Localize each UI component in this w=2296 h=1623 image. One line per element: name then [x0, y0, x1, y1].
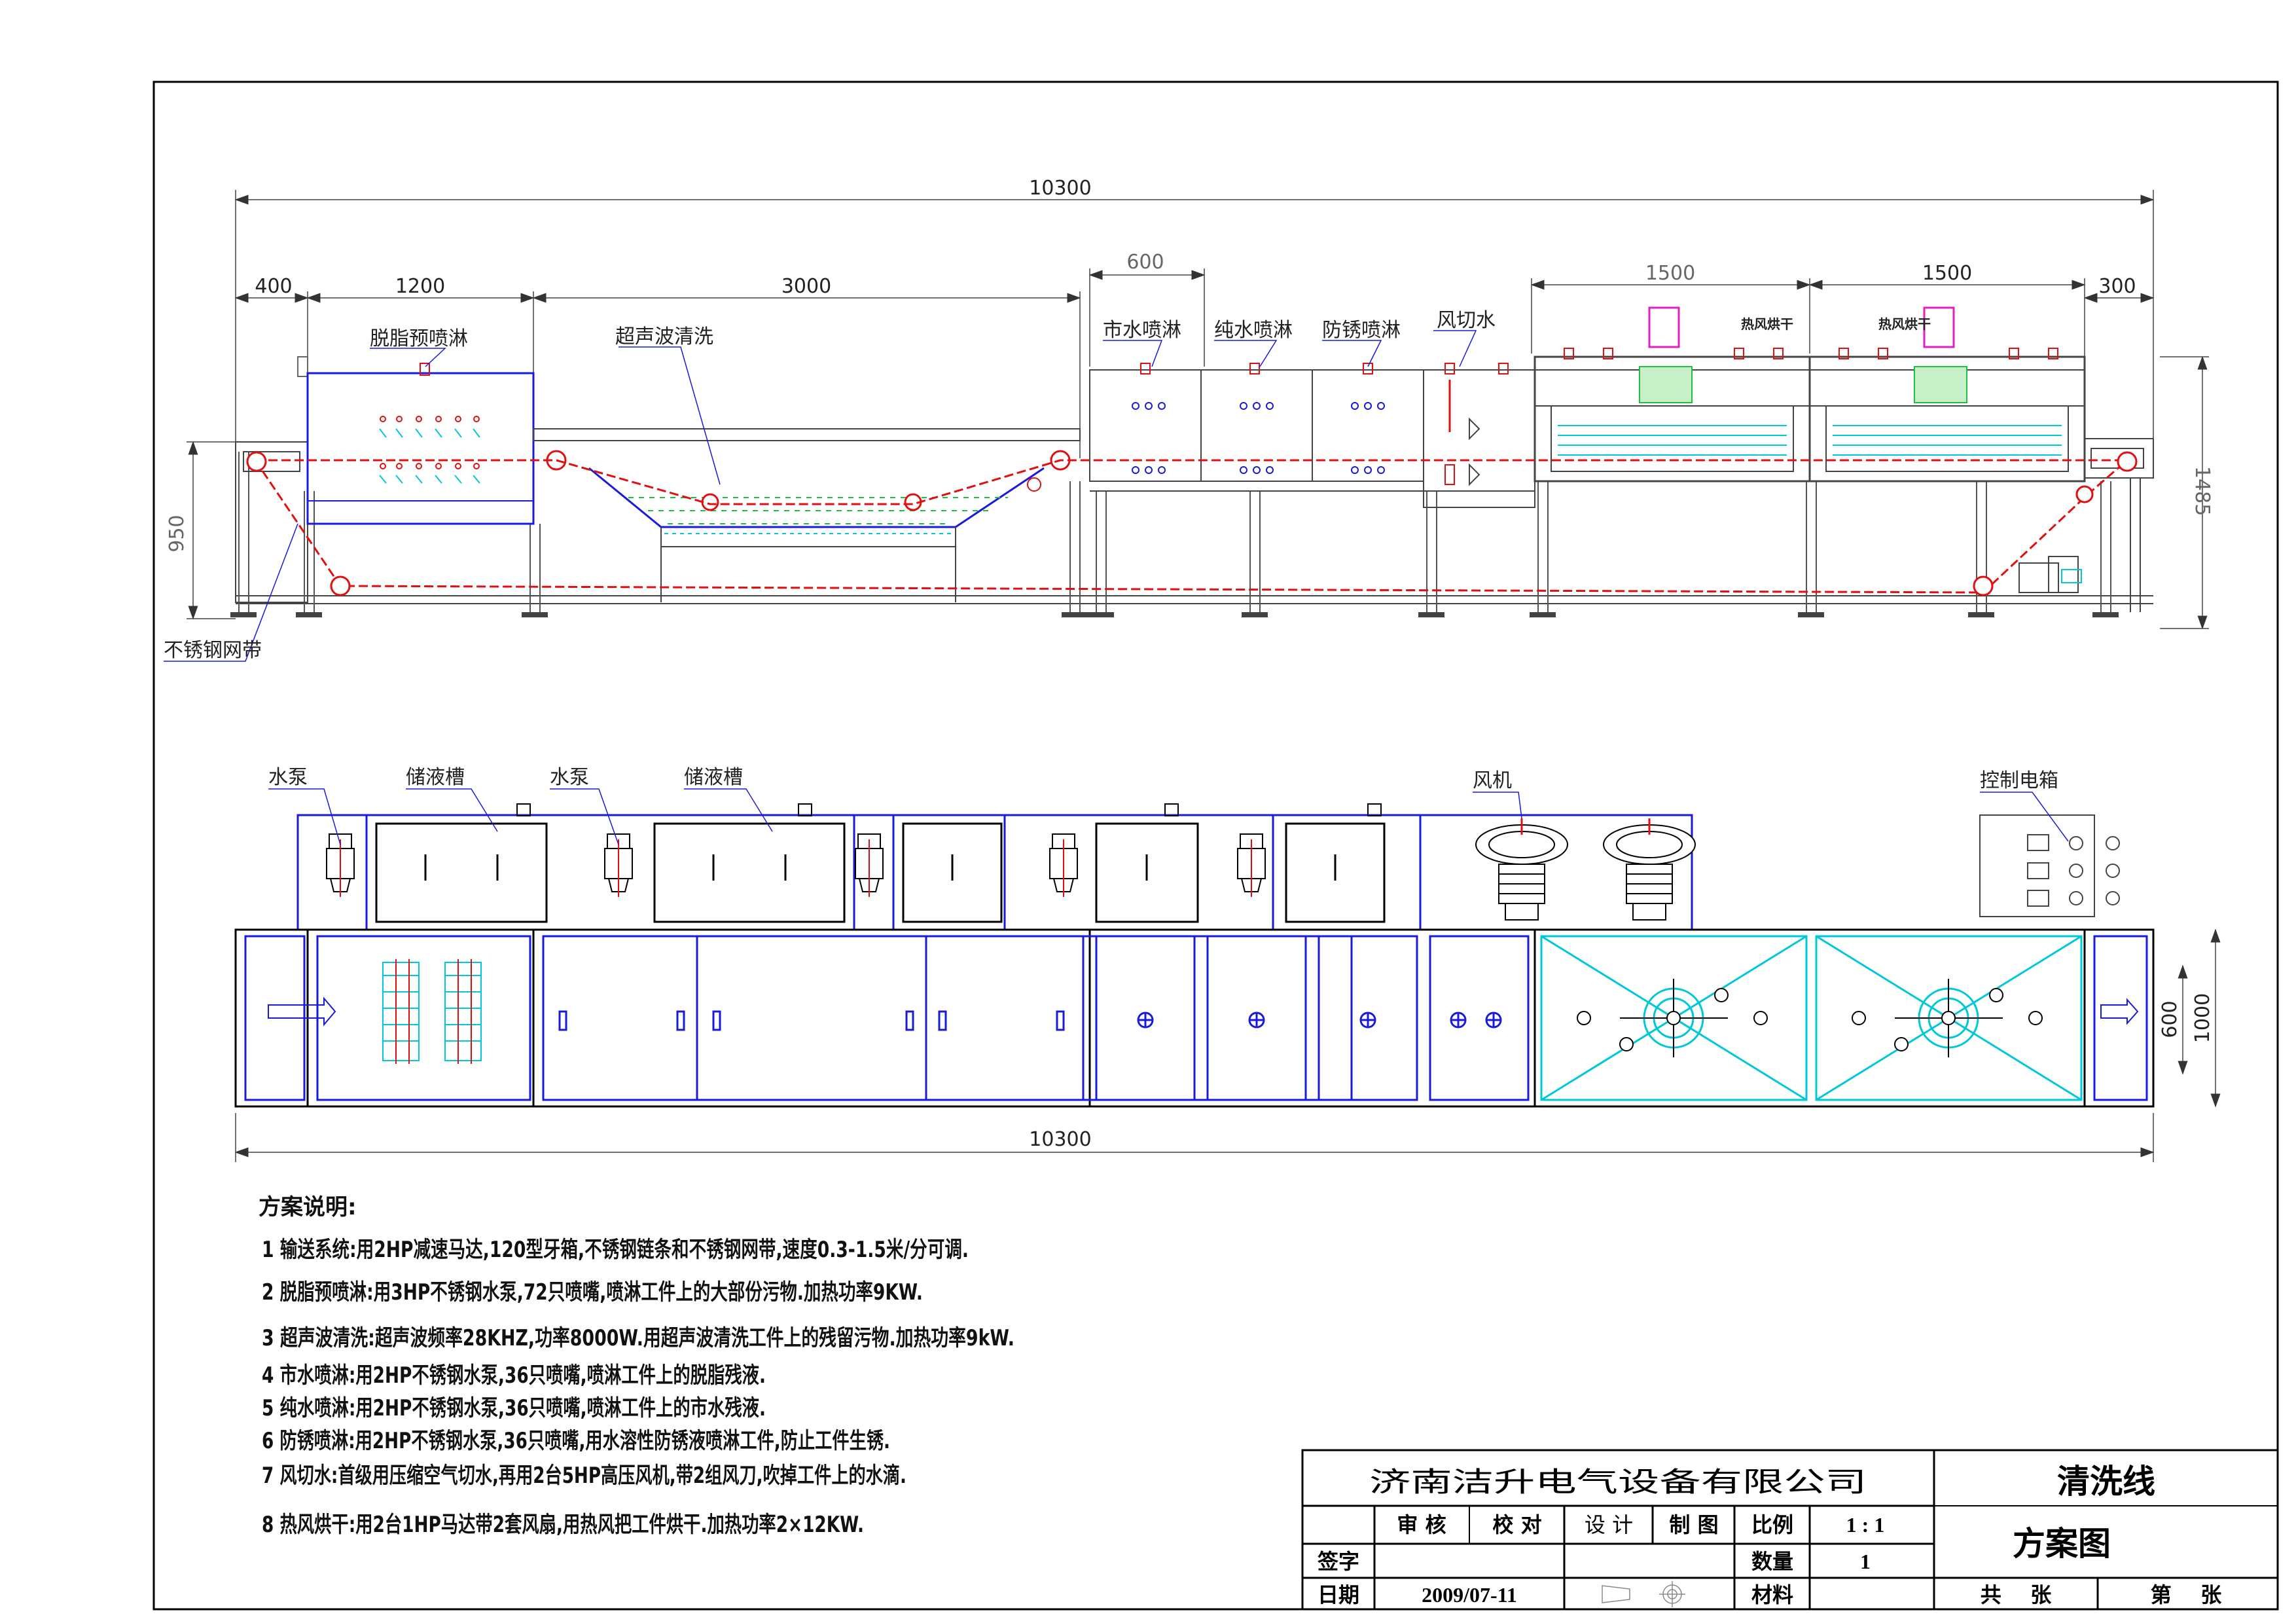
elevation-texts: 脱脂预喷淋 超声波清洗 市水喷淋 纯水喷淋 防锈喷淋 风切水 热风烘干 热风烘干…: [164, 309, 1931, 662]
dim-1485: 1485: [2191, 466, 2214, 516]
note-line: 2 脱脂预喷淋:用3HP不锈钢水泵,72只喷嘴,喷淋工件上的大部份污物.加热功率…: [262, 1279, 923, 1305]
nozzle-manifold: [382, 962, 482, 1061]
label-air-knife: 风切水: [1437, 309, 1496, 332]
dim-950: 950: [166, 515, 188, 552]
dim-400: 400: [255, 275, 292, 298]
tank-row: [296, 814, 1693, 931]
dim-1500-b: 1500: [1922, 262, 1972, 285]
dimension-lines: [187, 190, 2209, 630]
label-pure-water-spray: 纯水喷淋: [1214, 319, 1293, 342]
label-tank-b: 储液槽: [684, 766, 743, 789]
total-sheets: 共 张: [1981, 1582, 2052, 1607]
pumps: [326, 833, 1266, 897]
scale-label: 比例: [1751, 1512, 1793, 1537]
scheme-notes: 方案说明: 1 输送系统:用2HP减速马达,120型牙箱,不锈钢链条和不锈钢网带…: [259, 1194, 1014, 1538]
air-knife-section: [1423, 363, 1535, 508]
dryer-plan-details: [1577, 979, 2043, 1057]
sheet-number: 第 张: [2151, 1582, 2222, 1607]
drawing-subtitle: 方案图: [2013, 1525, 2111, 1563]
label-pump-a: 水泵: [268, 766, 308, 789]
spray-cabinets: [1089, 363, 1535, 492]
plan-texts: 水泵 储液槽 水泵 储液槽 风机 控制电箱: [268, 766, 2058, 792]
engineering-drawing: 10300 400 1200 3000 600 1500 1500 300 95…: [152, 81, 2279, 1611]
dim-1200: 1200: [395, 275, 445, 298]
scale-value: 1 : 1: [1846, 1513, 1885, 1537]
company-name: 济南洁升电气设备有限公司: [1369, 1468, 1867, 1498]
note-line: 3 超声波清洗:超声波频率28KHZ,功率8000W.用超声波清洗工件上的残留污…: [262, 1325, 1014, 1351]
note-line: 4 市水喷淋:用2HP不锈钢水泵,36只喷嘴,喷淋工件上的脱脂残液.: [262, 1362, 766, 1389]
dimension-texts: 10300 400 1200 3000 600 1500 1500 300 95…: [166, 177, 2214, 553]
dim-3000: 3000: [781, 275, 831, 298]
label-hot-air-dry-b: 热风烘干: [1878, 316, 1931, 332]
label-hot-air-dry-a: 热风烘干: [1741, 316, 1793, 332]
ultrasonic-tank: [533, 428, 1081, 602]
frame: [230, 356, 2154, 617]
label-pump-b: 水泵: [550, 766, 589, 789]
date-label: 日期: [1318, 1582, 1359, 1607]
drawing-title: 清洗线: [2057, 1463, 2155, 1501]
material-label: 材料: [1751, 1582, 1793, 1607]
degrease-spray-cabinet: [306, 363, 535, 525]
notes-heading: 方案说明:: [259, 1194, 357, 1220]
check-label: 校 对: [1492, 1512, 1541, 1537]
draft-label: 制 图: [1669, 1512, 1718, 1537]
note-line: 6 防锈喷淋:用2HP不锈钢水泵,36只喷嘴,用水溶性防锈液喷淋工件,防止工件生…: [262, 1428, 890, 1454]
review-label: 审 核: [1397, 1512, 1446, 1537]
dim-1500-a: 1500: [1645, 262, 1695, 285]
dim-overall: 10300: [1029, 177, 1091, 200]
note-line: 8 热风烘干:用2台1HP马达带2套风扇,用热风把工件烘干.加热功率2×12KW…: [262, 1512, 864, 1538]
control-box-drawing: [1979, 814, 2120, 917]
note-line: 7 风切水:首级用压缩空气切水,再用2台5HP高压风机,带2组风刀,吹掉工件上的…: [262, 1463, 906, 1489]
label-degrease-spray: 脱脂预喷淋: [370, 327, 468, 350]
date-value: 2009/07-11: [1422, 1583, 1517, 1607]
dim-600: 600: [1126, 251, 1164, 274]
qty-label: 数量: [1751, 1549, 1793, 1574]
label-control-box: 控制电箱: [1980, 769, 2058, 792]
dim-plan-600: 600: [2159, 1000, 2181, 1038]
title-block-symbol: [1602, 1581, 1685, 1607]
label-ultrasonic: 超声波清洗: [615, 325, 713, 348]
note-line: 5 纯水喷淋:用2HP不锈钢水泵,36只喷嘴,喷淋工件上的市水残液.: [262, 1395, 766, 1421]
sign-label: 签字: [1318, 1549, 1359, 1574]
title-block: 济南洁升电气设备有限公司 清洗线 方案图 审 核 校 对 设 计 制 图 比例 …: [1301, 1449, 2279, 1611]
elevation-view: 10300 400 1200 3000 600 1500 1500 300 95…: [164, 177, 2214, 662]
plan-leader-lines: [268, 788, 2069, 845]
drive-motor: [2018, 556, 2082, 593]
label-mesh-belt: 不锈钢网带: [164, 639, 262, 662]
note-line: 1 输送系统:用2HP减速马达,120型牙箱,不锈钢链条和不锈钢网带,速度0.3…: [262, 1237, 969, 1263]
label-antirust-spray: 防锈喷淋: [1322, 319, 1401, 342]
dim-plan-1000: 1000: [2191, 993, 2214, 1043]
blowers: [1475, 818, 1696, 921]
label-tank-a: 储液槽: [406, 766, 465, 789]
design-label: 设 计: [1585, 1512, 1633, 1537]
qty-value: 1: [1860, 1550, 1871, 1573]
mesh-belt-path: [254, 459, 2128, 594]
dim-300: 300: [2098, 275, 2136, 298]
plan-view: 10300 600 1000 水泵 储液槽 水泵 储液槽 风机 控制电箱: [234, 766, 2221, 1162]
dim-plan-10300: 10300: [1029, 1128, 1091, 1151]
label-blower: 风机: [1473, 769, 1512, 792]
leader-lines: [164, 330, 1477, 662]
label-city-water-spray: 市水喷淋: [1103, 319, 1181, 342]
